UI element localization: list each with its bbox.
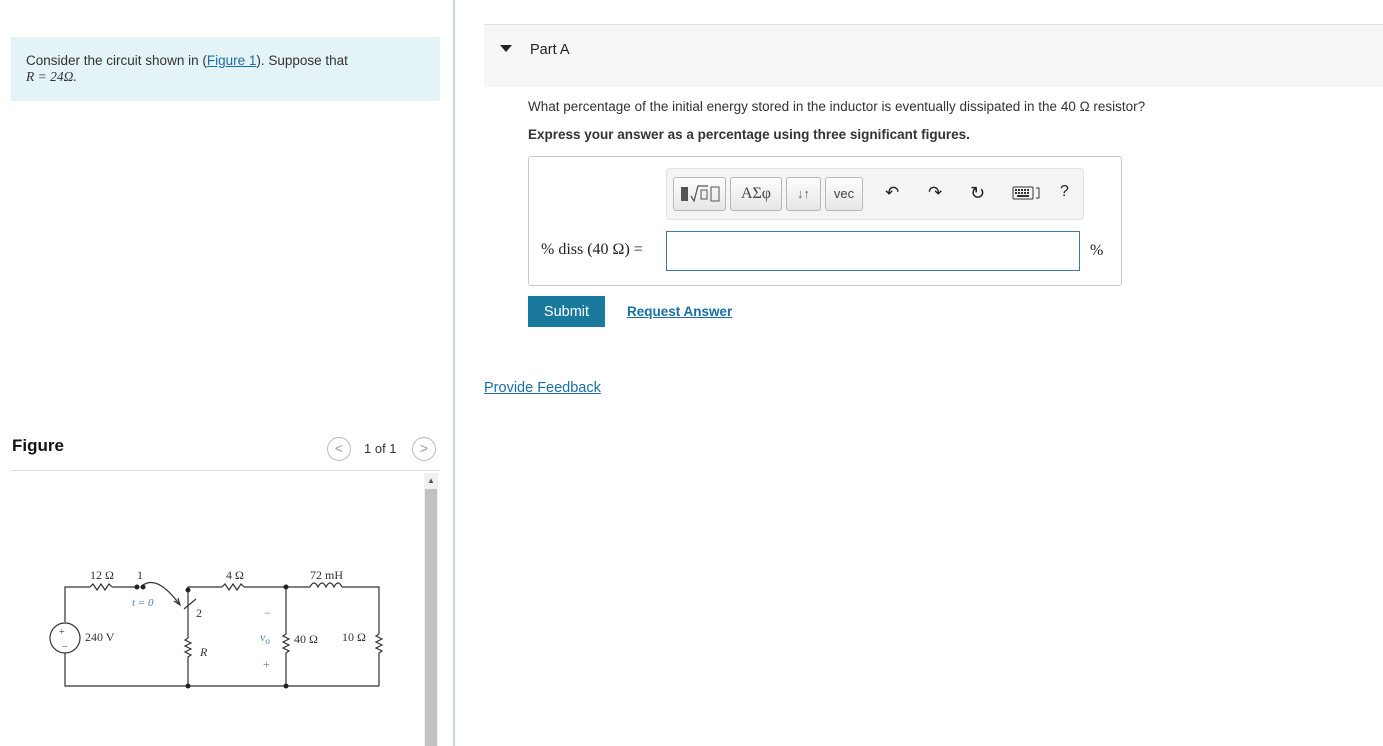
figure-title: Figure (12, 436, 64, 455)
collapse-caret-icon[interactable] (500, 45, 512, 52)
scrollbar-thumb[interactable] (425, 489, 437, 746)
resistor-4-zigzag (221, 582, 245, 592)
source-minus: − (62, 642, 68, 653)
figure-page-indicator: 1 of 1 (364, 441, 397, 456)
label-10-ohm: 10 Ω (342, 630, 366, 644)
undo-icon[interactable]: ↶ (885, 183, 899, 203)
vector-button[interactable]: vec (825, 177, 863, 211)
label-4-ohm: 4 Ω (226, 568, 244, 582)
figure-scrollbar[interactable]: ▲ (424, 473, 438, 746)
label-vo-plus: + (263, 657, 270, 671)
label-switch-position-2: 2 (196, 606, 202, 620)
answer-input[interactable] (666, 231, 1080, 271)
pane-divider[interactable] (453, 0, 455, 746)
problem-condition: R = 24Ω. (26, 69, 77, 84)
prev-figure-button[interactable]: < (327, 437, 351, 461)
reset-icon[interactable]: ↻ (970, 183, 985, 203)
answer-area: ΑΣφ ↓↑ vec ↶ ↷ ↻ ? % diss (40 Ω) = % (528, 156, 1122, 286)
request-answer-link[interactable]: Request Answer (627, 304, 732, 319)
math-toolbar: ΑΣφ ↓↑ vec ↶ ↷ ↻ ? (666, 168, 1084, 220)
label-t0: t = 0 (132, 597, 154, 609)
help-icon[interactable]: ? (1060, 182, 1069, 202)
source-plus: + (59, 627, 65, 638)
label-40-ohm: 40 Ω (294, 632, 318, 646)
chevron-left-icon: < (334, 440, 344, 456)
unit-label: % (1090, 242, 1104, 259)
scroll-up-arrow-icon[interactable]: ▲ (424, 473, 438, 488)
inductor-coil (309, 582, 343, 589)
instruction-text: Express your answer as a percentage usin… (528, 127, 970, 142)
templates-button[interactable] (673, 177, 726, 211)
arrows-button[interactable]: ↓↑ (786, 177, 821, 211)
redo-icon[interactable]: ↷ (928, 183, 942, 203)
label-72-mh: 72 mH (310, 568, 343, 582)
templates-icon (680, 185, 719, 203)
equation-label: % diss (40 Ω) = (541, 241, 643, 258)
label-switch-position-1: 1 (137, 568, 143, 582)
figure-link[interactable]: Figure 1 (207, 53, 257, 68)
label-vo-minus: − (264, 606, 271, 620)
figure-divider (11, 470, 440, 471)
label-vo: vo (260, 630, 270, 646)
problem-text: Consider the circuit shown in ( (26, 53, 207, 68)
resistor-12-zigzag (89, 582, 113, 592)
part-a-header[interactable]: Part A (484, 24, 1383, 87)
left-pane: Consider the circuit shown in (Figure 1)… (0, 0, 452, 746)
provide-feedback-link[interactable]: Provide Feedback (484, 380, 601, 396)
submit-button[interactable]: Submit (528, 296, 605, 327)
chevron-right-icon: > (419, 440, 429, 456)
part-a-title: Part A (530, 42, 570, 58)
problem-statement: Consider the circuit shown in (Figure 1)… (11, 37, 440, 101)
keyboard-icon[interactable] (1012, 185, 1042, 205)
label-source-voltage: 240 V (85, 630, 115, 644)
problem-text-cont: ). Suppose that (256, 53, 348, 68)
question-text: What percentage of the initial energy st… (528, 99, 1146, 114)
next-figure-button[interactable]: > (412, 437, 436, 461)
circuit-diagram: 12 Ω 1 t = 0 2 4 Ω 72 mH 240 V + − R vo … (49, 568, 384, 689)
greek-symbols-button[interactable]: ΑΣφ (730, 177, 782, 211)
label-r: R (199, 645, 208, 659)
label-12-ohm: 12 Ω (90, 568, 114, 582)
